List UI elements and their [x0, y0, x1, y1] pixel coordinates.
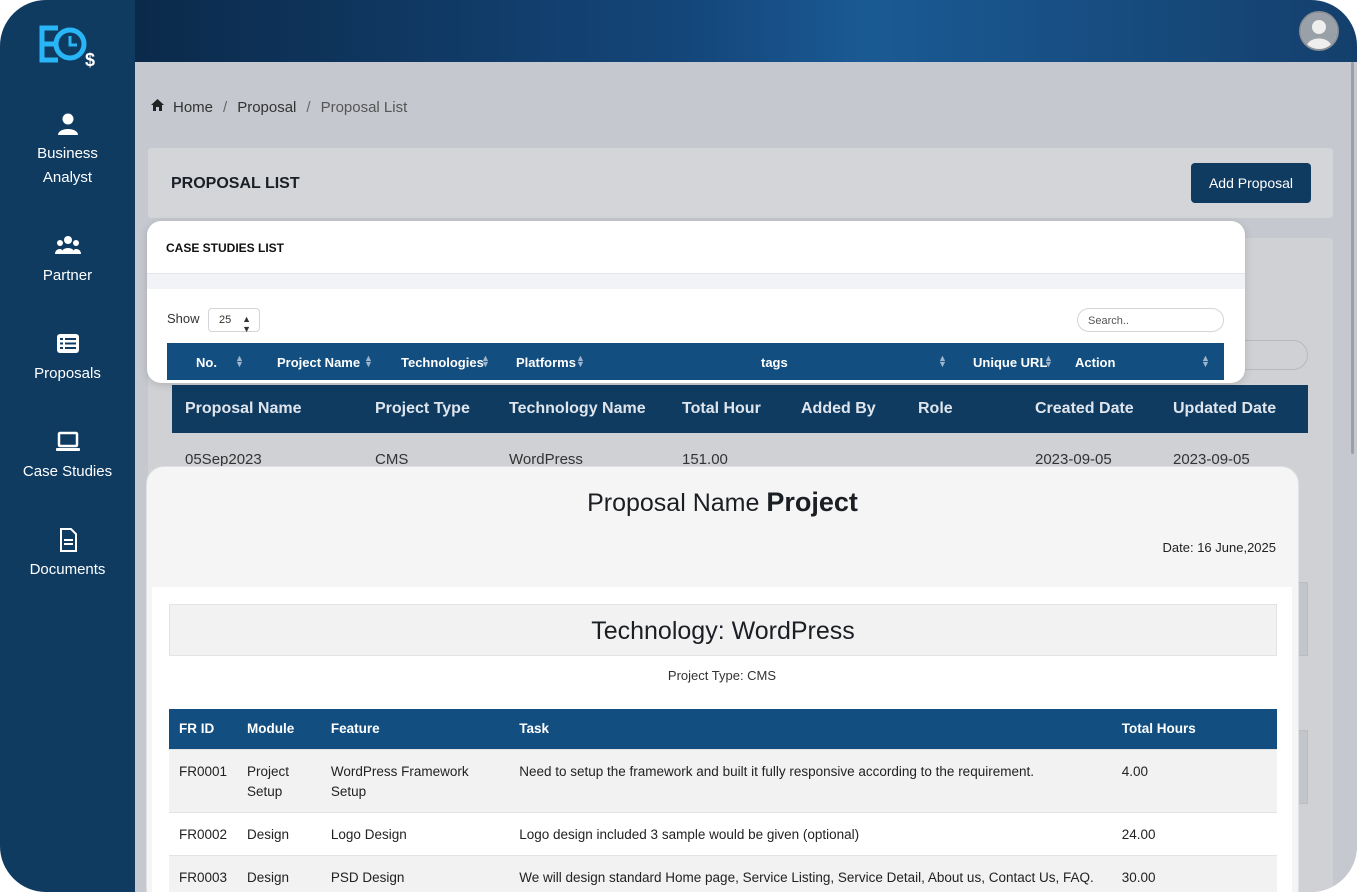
- sidebar-item-proposals[interactable]: Proposals: [0, 332, 135, 386]
- cell-module: Design: [237, 811, 321, 855]
- preview-date: Date: 16 June,2025: [1162, 540, 1276, 555]
- add-proposal-button[interactable]: Add Proposal: [1191, 163, 1311, 203]
- technology-title: Technology: WordPress: [169, 604, 1277, 656]
- sort-icon[interactable]: ▲ ▼: [481, 354, 490, 369]
- col-updated-date[interactable]: Updated Date: [1173, 400, 1276, 418]
- col-role[interactable]: Role: [918, 400, 953, 418]
- sidebar-item-business-analyst[interactable]: Business Analyst: [0, 112, 135, 190]
- cell-fr-id: FR0003: [169, 854, 238, 892]
- list-icon: [55, 332, 81, 356]
- cell-feature: PSD Design: [320, 854, 510, 892]
- col-feature: Feature: [320, 709, 510, 749]
- preview-heading-prefix: Proposal Name: [587, 489, 760, 517]
- sidebar-item-label: Partner: [42, 267, 93, 284]
- sort-icon[interactable]: ▲ ▼: [1044, 354, 1053, 369]
- col-technology-name[interactable]: Technology Name: [509, 400, 646, 418]
- col-no[interactable]: No.: [196, 355, 217, 370]
- sort-icon[interactable]: ▲ ▼: [938, 354, 947, 369]
- cell-fr-id: FR0002: [169, 811, 238, 855]
- app-window: $ Business Analyst Partner Proposals Cas…: [0, 0, 1357, 892]
- breadcrumb: Home / Proposal / Proposal List: [150, 98, 407, 116]
- sort-icon[interactable]: ▲ ▼: [235, 354, 244, 369]
- cell-module: Project Setup: [237, 748, 321, 812]
- col-added-by[interactable]: Added By: [801, 400, 876, 418]
- col-proposal-name[interactable]: Proposal Name: [185, 400, 301, 418]
- cell-task: Need to setup the framework and built it…: [509, 748, 1112, 812]
- preview-heading-project: Project: [766, 487, 858, 517]
- preview-body: Technology: WordPress Project Type: CMS …: [152, 587, 1292, 892]
- cell-feature: WordPress Framework Setup: [320, 748, 510, 812]
- table-row[interactable]: 05Sep2023 CMS WordPress 151.00 2023-09-0…: [172, 433, 1308, 468]
- proposal-table-header: Proposal Name Project Type Technology Na…: [172, 385, 1308, 433]
- sidebar-item-label: Case Studies: [22, 463, 113, 480]
- cell-module: Design: [237, 854, 321, 892]
- col-fr-id: FR ID: [169, 709, 238, 749]
- cell-hours: 30.00: [1111, 854, 1277, 892]
- col-project-type[interactable]: Project Type: [375, 400, 470, 418]
- sidebar-item-label: Documents: [29, 561, 106, 578]
- cell-task: We will design standard Home page, Servi…: [509, 854, 1112, 892]
- page-size-value: 25: [219, 314, 232, 326]
- breadcrumb-home[interactable]: Home: [173, 99, 213, 116]
- home-icon: [150, 98, 165, 116]
- app-logo[interactable]: $: [38, 24, 100, 70]
- sidebar-item-label: Proposals: [34, 365, 101, 382]
- page-scrollbar[interactable]: [1351, 62, 1354, 454]
- table-row: FR0001 Project Setup WordPress Framework…: [169, 748, 1277, 812]
- page-title: PROPOSAL LIST: [171, 175, 300, 192]
- project-type-label: Project Type: CMS: [667, 668, 777, 683]
- sidebar: $ Business Analyst Partner Proposals Cas…: [0, 0, 135, 892]
- user-icon: [55, 112, 81, 136]
- col-platforms[interactable]: Platforms: [516, 355, 576, 370]
- select-caret-icon: ▲ ▼: [242, 314, 251, 334]
- col-total-hour[interactable]: Total Hour: [682, 400, 761, 418]
- col-module: Module: [237, 709, 321, 749]
- cell-hours: 4.00: [1111, 748, 1277, 812]
- proposal-preview-modal: Proposal Name Project Date: 16 June,2025…: [146, 466, 1299, 892]
- modal-divider: [147, 273, 1245, 289]
- sort-icon[interactable]: ▲ ▼: [1201, 354, 1210, 369]
- col-unique-url[interactable]: Unique URL: [973, 355, 1047, 370]
- users-icon: [54, 234, 81, 258]
- laptop-icon: [55, 430, 81, 454]
- breadcrumb-separator: /: [306, 98, 311, 116]
- col-created-date[interactable]: Created Date: [1035, 400, 1134, 418]
- table-row: FR0002 Design Logo Design Logo design in…: [169, 811, 1277, 855]
- sidebar-item-partner[interactable]: Partner: [0, 234, 135, 288]
- case-studies-table-header: No. ▲ ▼ Project Name ▲ ▼ Technologies ▲ ▼ P…: [167, 343, 1224, 380]
- sidebar-item-label: Analyst: [42, 169, 93, 186]
- show-label: Show: [167, 311, 200, 326]
- modal-title: CASE STUDIES LIST: [166, 241, 285, 255]
- sort-icon[interactable]: ▲ ▼: [576, 354, 585, 369]
- col-technologies[interactable]: Technologies: [401, 355, 484, 370]
- top-bar: [135, 0, 1357, 62]
- cell-task: Logo design included 3 sample would be g…: [509, 811, 1112, 855]
- col-total-hours: Total Hours: [1111, 709, 1277, 749]
- svg-text:$: $: [85, 50, 95, 70]
- case-studies-modal: CASE STUDIES LIST Show 25 ▲ ▼ Search.. No…: [147, 221, 1245, 383]
- sidebar-item-documents[interactable]: Documents: [0, 528, 135, 582]
- breadcrumb-proposal[interactable]: Proposal: [237, 99, 296, 116]
- breadcrumb-separator: /: [223, 98, 228, 116]
- cell-feature: Logo Design: [320, 811, 510, 855]
- breadcrumb-current: Proposal List: [320, 98, 408, 116]
- user-avatar[interactable]: [1299, 11, 1339, 51]
- sidebar-item-case-studies[interactable]: Case Studies: [0, 430, 135, 484]
- page-size-select[interactable]: 25 ▲ ▼: [208, 308, 260, 334]
- cell-hours: 24.00: [1111, 811, 1277, 855]
- case-studies-search-input[interactable]: Search..: [1077, 308, 1224, 332]
- tasks-table: FR ID Module Feature Task Total Hours FR…: [169, 709, 1277, 892]
- table-row: FR0003 Design PSD Design We will design …: [169, 854, 1277, 892]
- col-project-name[interactable]: Project Name: [277, 355, 360, 370]
- proposal-list-header: PROPOSAL LIST Add Proposal: [148, 148, 1333, 218]
- document-icon: [55, 528, 81, 552]
- col-task: Task: [509, 709, 1112, 749]
- col-tags[interactable]: tags: [761, 355, 788, 370]
- preview-heading: Proposal Name Project: [147, 487, 1298, 518]
- sidebar-item-label: Business: [37, 145, 98, 162]
- sort-icon[interactable]: ▲ ▼: [364, 354, 373, 369]
- col-action[interactable]: Action: [1075, 355, 1115, 370]
- cell-fr-id: FR0001: [169, 748, 238, 812]
